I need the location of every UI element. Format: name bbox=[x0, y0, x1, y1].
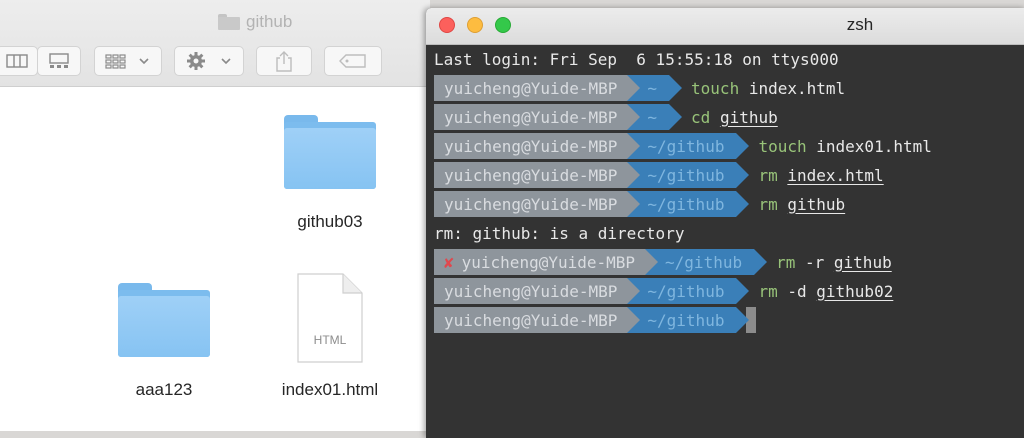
terminal-output[interactable]: Last login: Fri Sep 6 15:55:18 on ttys00… bbox=[426, 45, 1024, 438]
error-x-icon: ✘ bbox=[444, 252, 454, 272]
gear-action-icon bbox=[187, 52, 231, 70]
prompt-line: yuicheng@Yuide-MBP ~/github rm github bbox=[434, 191, 845, 217]
command-arg: index.html bbox=[748, 78, 846, 98]
action-menu-button[interactable] bbox=[174, 46, 244, 76]
prompt-line: yuicheng@Yuide-MBP ~/github rm -d github… bbox=[434, 278, 893, 304]
finder-titlebar[interactable]: github bbox=[0, 0, 430, 87]
prompt-line: yuicheng@Yuide-MBP ~/github touch index0… bbox=[434, 133, 932, 159]
prompt-user-segment: yuicheng@Yuide-MBP bbox=[434, 162, 641, 188]
gallery-view-button[interactable] bbox=[37, 46, 81, 76]
terminal-window: zsh Last login: Fri Sep 6 15:55:18 on tt… bbox=[426, 8, 1024, 438]
prompt-dir-segment: ~/github bbox=[627, 278, 750, 304]
tag-icon bbox=[339, 54, 366, 68]
command-arg: index.html bbox=[787, 165, 884, 185]
prompt-user-segment: yuicheng@Yuide-MBP bbox=[434, 307, 641, 333]
folder-icon bbox=[218, 14, 240, 30]
file-label-index01[interactable]: index01.html bbox=[260, 380, 400, 400]
prompt-user-segment: yuicheng@Yuide-MBP bbox=[434, 75, 641, 101]
command-name: touch bbox=[691, 78, 740, 98]
tag-button[interactable] bbox=[324, 46, 382, 76]
prompt-dir-segment: ~/github bbox=[627, 133, 750, 159]
prompt-dir-segment: ~/github bbox=[645, 249, 768, 275]
finder-title-text: github bbox=[246, 12, 293, 31]
prompt-line: ✘ yuicheng@Yuide-MBP ~/github rm -r githu… bbox=[434, 249, 892, 275]
command-arg: index01.html bbox=[816, 136, 932, 156]
share-icon bbox=[276, 51, 292, 72]
command-flag: -d bbox=[787, 281, 807, 301]
finder-title: github bbox=[218, 12, 292, 32]
file-label-aaa123[interactable]: aaa123 bbox=[104, 380, 224, 400]
command-name: rm bbox=[776, 252, 796, 272]
command-name: rm bbox=[758, 165, 778, 185]
finder-file-area[interactable]: github03 aaa123 HTML index01.html bbox=[0, 87, 430, 431]
current-prompt-line[interactable]: yuicheng@Yuide-MBP ~/github bbox=[434, 307, 757, 333]
error-output-line: rm: github: is a directory bbox=[434, 223, 685, 243]
columns-view-icon bbox=[6, 54, 28, 68]
command-flag: -r bbox=[805, 252, 825, 272]
last-login-line: Last login: Fri Sep 6 15:55:18 on ttys00… bbox=[434, 49, 839, 69]
prompt-user-segment: yuicheng@Yuide-MBP bbox=[434, 278, 641, 304]
prompt-user-segment: yuicheng@Yuide-MBP bbox=[434, 133, 641, 159]
prompt-line: yuicheng@Yuide-MBP ~ touch index.html bbox=[434, 75, 845, 101]
command-name: rm bbox=[758, 281, 778, 301]
command-arg: github bbox=[719, 107, 778, 127]
command-name: cd bbox=[691, 107, 711, 127]
prompt-user-segment: yuicheng@Yuide-MBP bbox=[434, 191, 641, 217]
group-by-button[interactable] bbox=[94, 46, 162, 76]
group-by-icon bbox=[105, 54, 149, 69]
command-name: rm bbox=[758, 194, 778, 214]
prompt-line: yuicheng@Yuide-MBP ~/github rm index.htm… bbox=[434, 162, 884, 188]
prompt-dir-segment: ~/github bbox=[627, 307, 750, 333]
gallery-view-icon bbox=[49, 53, 69, 68]
terminal-title: zsh bbox=[846, 15, 874, 34]
prompt-user-text: yuicheng@Yuide-MBP bbox=[461, 252, 636, 272]
command-name: touch bbox=[758, 136, 807, 156]
command-arg: github bbox=[833, 252, 892, 272]
folder-icon[interactable] bbox=[284, 115, 376, 189]
folder-icon[interactable] bbox=[118, 283, 210, 357]
terminal-titlebar[interactable]: zsh bbox=[426, 8, 1024, 45]
html-badge: HTML bbox=[313, 333, 347, 347]
prompt-line: yuicheng@Yuide-MBP ~ cd github bbox=[434, 104, 778, 130]
prompt-user-segment: ✘ yuicheng@Yuide-MBP bbox=[434, 249, 659, 275]
prompt-dir-segment: ~/github bbox=[627, 191, 750, 217]
columns-view-button[interactable] bbox=[0, 46, 38, 76]
share-button[interactable] bbox=[256, 46, 312, 76]
file-label-github03[interactable]: github03 bbox=[270, 212, 390, 232]
prompt-user-segment: yuicheng@Yuide-MBP bbox=[434, 104, 641, 130]
html-document-icon[interactable]: HTML bbox=[297, 273, 363, 363]
finder-window: github github03 aaa123 HTML index01.html bbox=[0, 0, 430, 431]
command-arg: github bbox=[787, 194, 846, 214]
prompt-dir-segment: ~/github bbox=[627, 162, 750, 188]
command-arg: github02 bbox=[816, 281, 894, 301]
